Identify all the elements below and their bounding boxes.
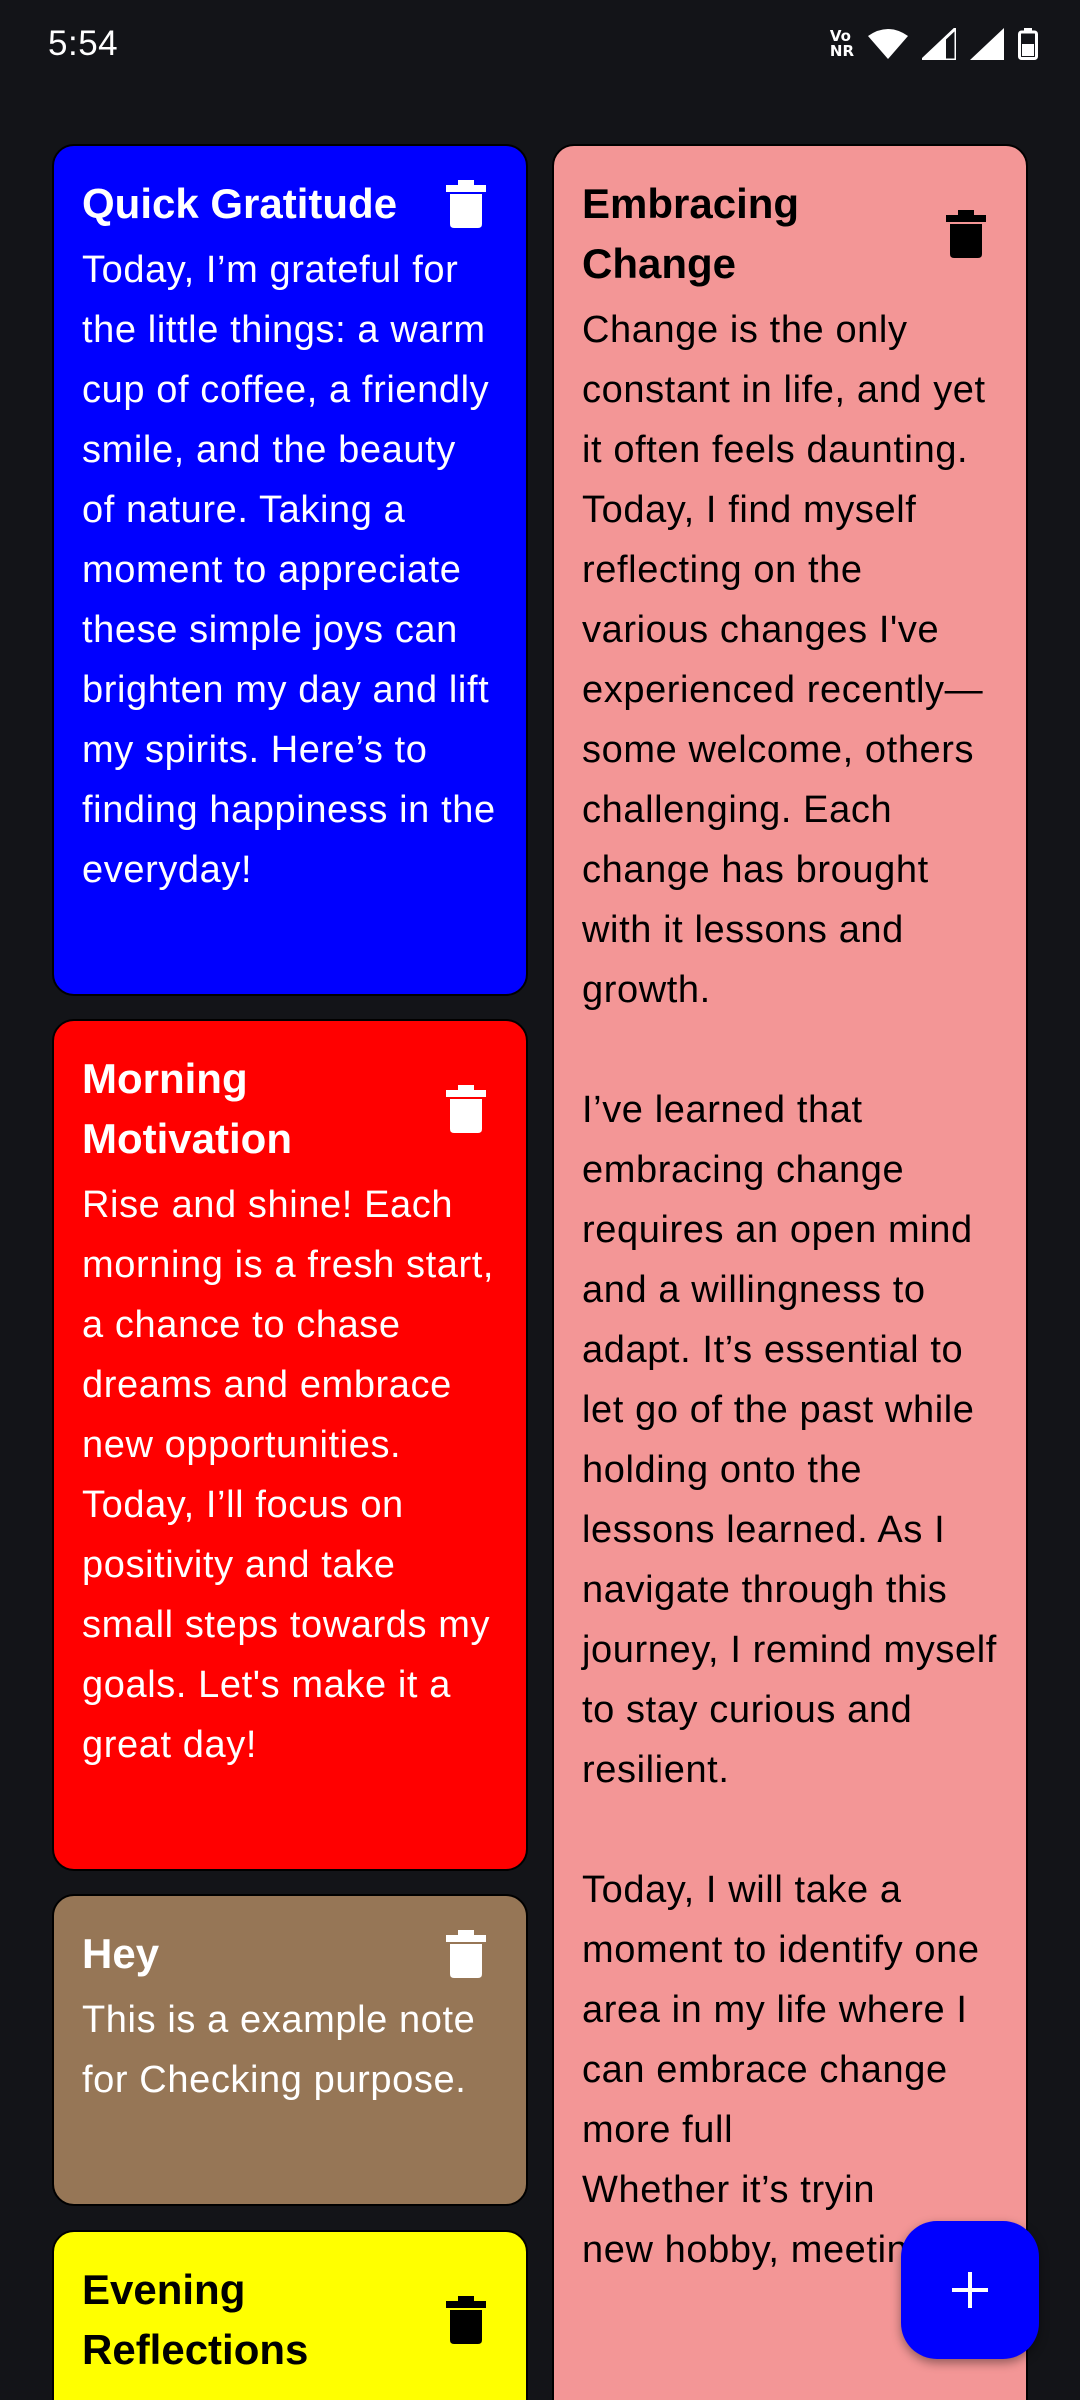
note-body: This is a example note for Checking purp… <box>82 1999 487 2101</box>
note-title: Hey <box>82 1930 160 1977</box>
note-header: Hey <box>82 1924 498 1984</box>
note-title: Embracing Change <box>582 180 800 287</box>
note-card[interactable]: Quick Gratitude Today, I’m grateful for … <box>52 144 528 996</box>
note-card[interactable]: Embracing Change Change is the only cons… <box>552 144 1028 2400</box>
cell-signal-icon <box>970 28 1004 60</box>
note-header: Morning Motivation <box>82 1049 498 1169</box>
plus-icon <box>952 2272 988 2308</box>
note-body: Rise and shine! Each morning is a fresh … <box>82 1184 506 1766</box>
battery-icon <box>1018 28 1038 60</box>
cell-signal-icon <box>922 28 956 60</box>
note-body-line: Whether it’s tryin <box>582 2169 876 2211</box>
trash-icon[interactable] <box>446 1930 486 1978</box>
status-icons: Vo NR <box>830 28 1038 60</box>
add-note-button[interactable] <box>901 2221 1039 2359</box>
trash-icon[interactable] <box>946 210 986 258</box>
trash-icon[interactable] <box>446 180 486 228</box>
trash-icon[interactable] <box>446 2296 486 2344</box>
note-header: Quick Gratitude <box>82 174 498 234</box>
notes-screen: 5:54 Vo NR Quick Gratitude Today, I’m gr… <box>0 0 1080 2400</box>
status-bar: 5:54 Vo NR <box>0 0 1080 92</box>
volte-nr-icon: Vo NR <box>829 27 854 60</box>
trash-icon[interactable] <box>446 1085 486 1133</box>
note-card[interactable]: Morning Motivation Rise and shine! Each … <box>52 1019 528 1871</box>
note-body: Today, I’m grateful for the little thing… <box>82 249 507 891</box>
note-title: Evening Reflections <box>82 2266 309 2373</box>
status-time: 5:54 <box>48 24 119 63</box>
note-card[interactable]: Hey This is a example note for Checking … <box>52 1894 528 2206</box>
note-header: Embracing Change <box>582 174 998 294</box>
note-header: Evening Reflections <box>82 2260 498 2380</box>
wifi-icon <box>868 29 908 59</box>
note-body: Change is the only constant in life, and… <box>582 309 997 2151</box>
note-title: Morning Motivation <box>82 1055 292 1162</box>
note-title: Quick Gratitude <box>82 180 398 227</box>
note-card[interactable]: Evening Reflections <box>52 2230 528 2400</box>
